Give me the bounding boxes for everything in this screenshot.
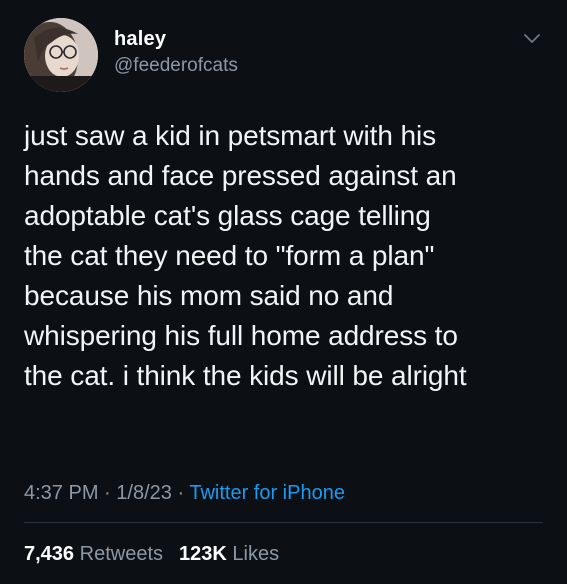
likes-count: 123K bbox=[179, 543, 227, 565]
user-handle[interactable]: @feederofcats bbox=[114, 55, 238, 77]
display-name[interactable]: haley bbox=[114, 27, 238, 51]
tweet-card: haley @feederofcats just saw a kid in pe… bbox=[0, 0, 567, 584]
tweet-meta: 4:37 PM · 1/8/23 · Twitter for iPhone bbox=[24, 480, 345, 506]
tweet-stats: 7,436 Retweets 123K Likes bbox=[24, 541, 279, 567]
meta-separator: · bbox=[177, 482, 185, 504]
retweets-stat[interactable]: 7,436 Retweets bbox=[24, 543, 163, 565]
meta-separator: · bbox=[104, 482, 111, 504]
tweet-text: just saw a kid in petsmart with his hand… bbox=[24, 120, 467, 391]
tweet-date[interactable]: 1/8/23 bbox=[116, 482, 172, 504]
tweet-source-link[interactable]: Twitter for iPhone bbox=[189, 482, 345, 504]
likes-label: Likes bbox=[232, 543, 280, 565]
chevron-down-icon[interactable] bbox=[520, 26, 544, 50]
likes-stat[interactable]: 123K Likes bbox=[179, 543, 279, 565]
divider bbox=[24, 522, 543, 523]
retweets-count: 7,436 bbox=[24, 543, 75, 565]
user-info: haley @feederofcats bbox=[114, 27, 238, 77]
avatar-photo bbox=[24, 18, 98, 92]
tweet-header: haley @feederofcats bbox=[24, 18, 544, 92]
retweets-label: Retweets bbox=[79, 543, 163, 565]
tweet-time[interactable]: 4:37 PM bbox=[24, 482, 98, 504]
avatar[interactable] bbox=[24, 18, 98, 92]
